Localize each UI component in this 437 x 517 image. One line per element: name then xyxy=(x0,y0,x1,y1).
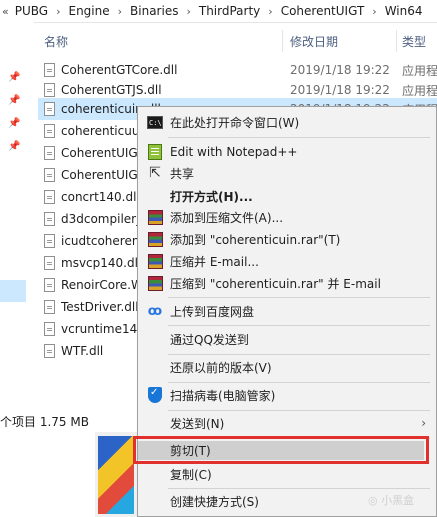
dll-file-icon xyxy=(44,278,55,292)
winrar-icon xyxy=(146,208,164,226)
pin-icon: 📌 xyxy=(8,118,21,129)
menu-separator xyxy=(168,297,430,298)
dll-file-icon xyxy=(44,256,55,270)
file-name: CoherentGTJS.dll xyxy=(61,83,162,97)
winrar-icon xyxy=(146,230,164,248)
baidu-netdisk-icon: ꝏ xyxy=(147,303,163,319)
file-name: RenoirCore.W xyxy=(61,278,143,292)
file-name: WTF.dll xyxy=(61,344,104,358)
menu-item-add-to-archive[interactable]: 添加到压缩文件(A)... xyxy=(138,205,436,229)
column-header-date[interactable]: 修改日期 xyxy=(290,28,338,54)
breadcrumb: « PUBG › Engine › Binaries › ThirdParty … xyxy=(0,0,437,23)
menu-item-restore-versions[interactable]: 还原以前的版本(V) xyxy=(138,355,436,379)
highlight-box xyxy=(133,436,429,464)
winrar-icon xyxy=(146,274,164,292)
dll-file-icon xyxy=(44,190,55,204)
menu-separator xyxy=(168,137,430,138)
file-name: TestDriver.dll xyxy=(61,300,139,314)
dll-file-icon xyxy=(44,300,55,314)
column-header-name[interactable]: 名称 xyxy=(44,28,68,54)
dll-file-icon xyxy=(44,322,55,336)
breadcrumb-item-binaries[interactable]: Binaries xyxy=(130,4,178,18)
dll-file-icon xyxy=(44,212,55,226)
column-divider[interactable] xyxy=(282,30,283,52)
pin-icon: 📌 xyxy=(8,95,21,106)
menu-item-upload-baidu[interactable]: ꝏ 上传到百度网盘 xyxy=(138,299,436,323)
dll-file-icon xyxy=(44,234,55,248)
status-bar: 个项目 1.75 MB xyxy=(0,410,89,432)
notepad-plus-plus-icon xyxy=(146,143,164,161)
file-date: 2019/1/18 19:22 xyxy=(290,63,390,77)
file-name: concrt140.dll xyxy=(61,190,140,204)
winrar-icon xyxy=(146,252,164,270)
dll-file-icon xyxy=(44,102,55,116)
pin-icon: 📌 xyxy=(8,141,21,152)
menu-item-scan-virus[interactable]: 扫描病毒(电脑管家) xyxy=(138,383,436,407)
menu-item-compress-rar-email[interactable]: 压缩到 "coherenticuin.rar" 并 E-mail xyxy=(138,271,436,295)
column-header-type[interactable]: 类型 xyxy=(402,28,426,54)
file-name: vcruntime140 xyxy=(61,322,145,336)
file-name: icudtcoherent xyxy=(61,234,145,248)
file-name: CoherentGTCore.dll xyxy=(61,63,178,77)
breadcrumb-separator-icon: › xyxy=(117,4,123,18)
breadcrumb-item-engine[interactable]: Engine xyxy=(68,4,109,18)
breadcrumb-separator-icon: › xyxy=(372,4,377,18)
background-panel xyxy=(0,432,95,517)
file-name: CoherentUIGT xyxy=(61,146,145,160)
file-row[interactable]: CoherentGTCore.dll 2019/1/18 19:22 应用程 xyxy=(38,59,437,81)
desktop-wallpaper-art xyxy=(98,436,134,514)
menu-item-compress-email[interactable]: 压缩并 E-mail... xyxy=(138,249,436,273)
dll-file-icon xyxy=(44,83,55,97)
file-type: 应用程 xyxy=(402,83,437,98)
menu-item-add-to-rar[interactable]: 添加到 "coherenticuin.rar"(T) xyxy=(138,227,436,251)
breadcrumb-separator-icon: › xyxy=(56,4,61,18)
menu-item-share[interactable]: ⇱ 共享 xyxy=(138,161,436,185)
watermark-logo: ◎ 小黑盒 xyxy=(368,494,415,507)
shield-icon xyxy=(146,386,164,404)
dll-file-icon xyxy=(44,344,55,358)
file-name: CoherentUIGT xyxy=(61,168,145,182)
pin-icon: 📌 xyxy=(8,72,21,83)
share-icon: ⇱ xyxy=(149,165,161,181)
breadcrumb-separator-icon: › xyxy=(186,4,191,18)
file-name: d3dcompiler_ xyxy=(61,212,143,226)
breadcrumb-separator-icon: › xyxy=(268,4,273,18)
cmd-icon: C:\ xyxy=(146,113,164,131)
back-chevrons-icon[interactable]: « xyxy=(2,5,9,18)
breadcrumb-item-thirdparty[interactable]: ThirdParty xyxy=(199,4,260,18)
nav-selected-item[interactable] xyxy=(0,280,26,302)
column-divider[interactable] xyxy=(396,30,397,52)
file-date: 2019/1/18 19:22 xyxy=(290,83,390,97)
menu-separator xyxy=(168,325,430,326)
breadcrumb-item-pubg[interactable]: PUBG xyxy=(15,4,48,18)
breadcrumb-item-win64[interactable]: Win64 xyxy=(385,4,423,18)
dll-file-icon xyxy=(44,124,55,138)
dll-file-icon xyxy=(44,63,55,77)
menu-item-open-command-window[interactable]: C:\ 在此处打开命令窗口(W) xyxy=(138,110,436,134)
file-type: 应用程 xyxy=(402,63,437,78)
dll-file-icon xyxy=(44,146,55,160)
breadcrumb-item-coherentuigt[interactable]: CoherentUIGT xyxy=(281,4,365,18)
menu-item-send-to[interactable]: 发送到(N) › xyxy=(138,411,436,435)
dll-file-icon xyxy=(44,168,55,182)
file-name: msvcp140.dll xyxy=(61,256,142,270)
status-text: 个项目 1.75 MB xyxy=(0,414,89,429)
chevron-right-icon: › xyxy=(421,416,426,430)
file-name: coherenticuuc xyxy=(61,124,147,138)
navigation-pane: 📌 📌 📌 📌 xyxy=(0,22,34,434)
menu-item-send-via-qq[interactable]: 通过QQ发送到 xyxy=(138,327,436,351)
menu-item-copy[interactable]: 复制(C) xyxy=(138,462,436,486)
